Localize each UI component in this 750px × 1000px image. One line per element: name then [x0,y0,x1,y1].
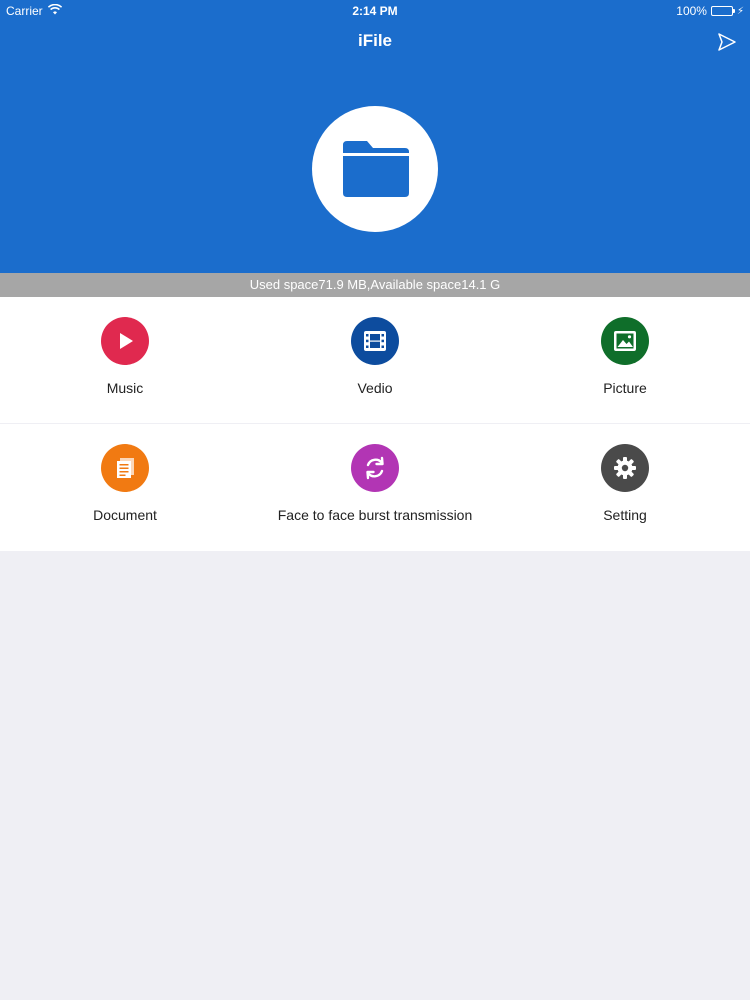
category-grid: Music Vedio Picture Document Face to fac… [0,297,750,551]
document-icon [117,458,134,478]
sync-icon [366,456,384,480]
tile-label: Setting [603,507,647,523]
tile-face-to-face-transmission[interactable]: Face to face burst transmission [250,424,500,551]
tile-label: Document [93,507,157,523]
tile-music[interactable]: Music [0,297,250,424]
battery-icon [710,6,735,16]
play-icon [120,333,133,349]
status-time: 2:14 PM [352,4,398,18]
status-right: 100% ⚡ [676,4,744,18]
status-bar: Carrier 2:14 PM 100% ⚡ [0,0,750,22]
tile-video[interactable]: Vedio [250,297,500,424]
header: Carrier 2:14 PM 100% ⚡ iFile [0,0,750,273]
video-tile-icon [351,317,399,365]
tile-setting[interactable]: Setting [500,424,750,551]
page-title: iFile [357,31,392,50]
charging-icon: ⚡ [736,5,744,17]
music-tile-icon [101,317,149,365]
image-icon [614,331,636,351]
tile-picture[interactable]: Picture [500,297,750,424]
folder-icon [343,141,409,197]
send-icon [718,33,736,51]
tile-label: Face to face burst transmission [277,507,473,523]
film-icon [364,331,386,351]
storage-hero-button[interactable] [312,106,438,232]
battery-percent: 100% [676,4,707,18]
document-tile-icon [101,444,149,492]
storage-info: Used space71.9 MB,Available space14.1 G [0,273,750,297]
grid-row: Document Face to face burst transmission [0,424,750,551]
tile-document[interactable]: Document [0,424,250,551]
gear-icon [614,457,636,479]
picture-tile-icon [601,317,649,365]
transmission-tile-icon [351,444,399,492]
send-button[interactable] [716,31,738,53]
setting-tile-icon [601,444,649,492]
tile-label: Vedio [357,380,393,396]
tile-label: Music [106,380,144,396]
grid-row: Music Vedio Picture [0,297,750,424]
tile-label: Picture [603,380,647,396]
